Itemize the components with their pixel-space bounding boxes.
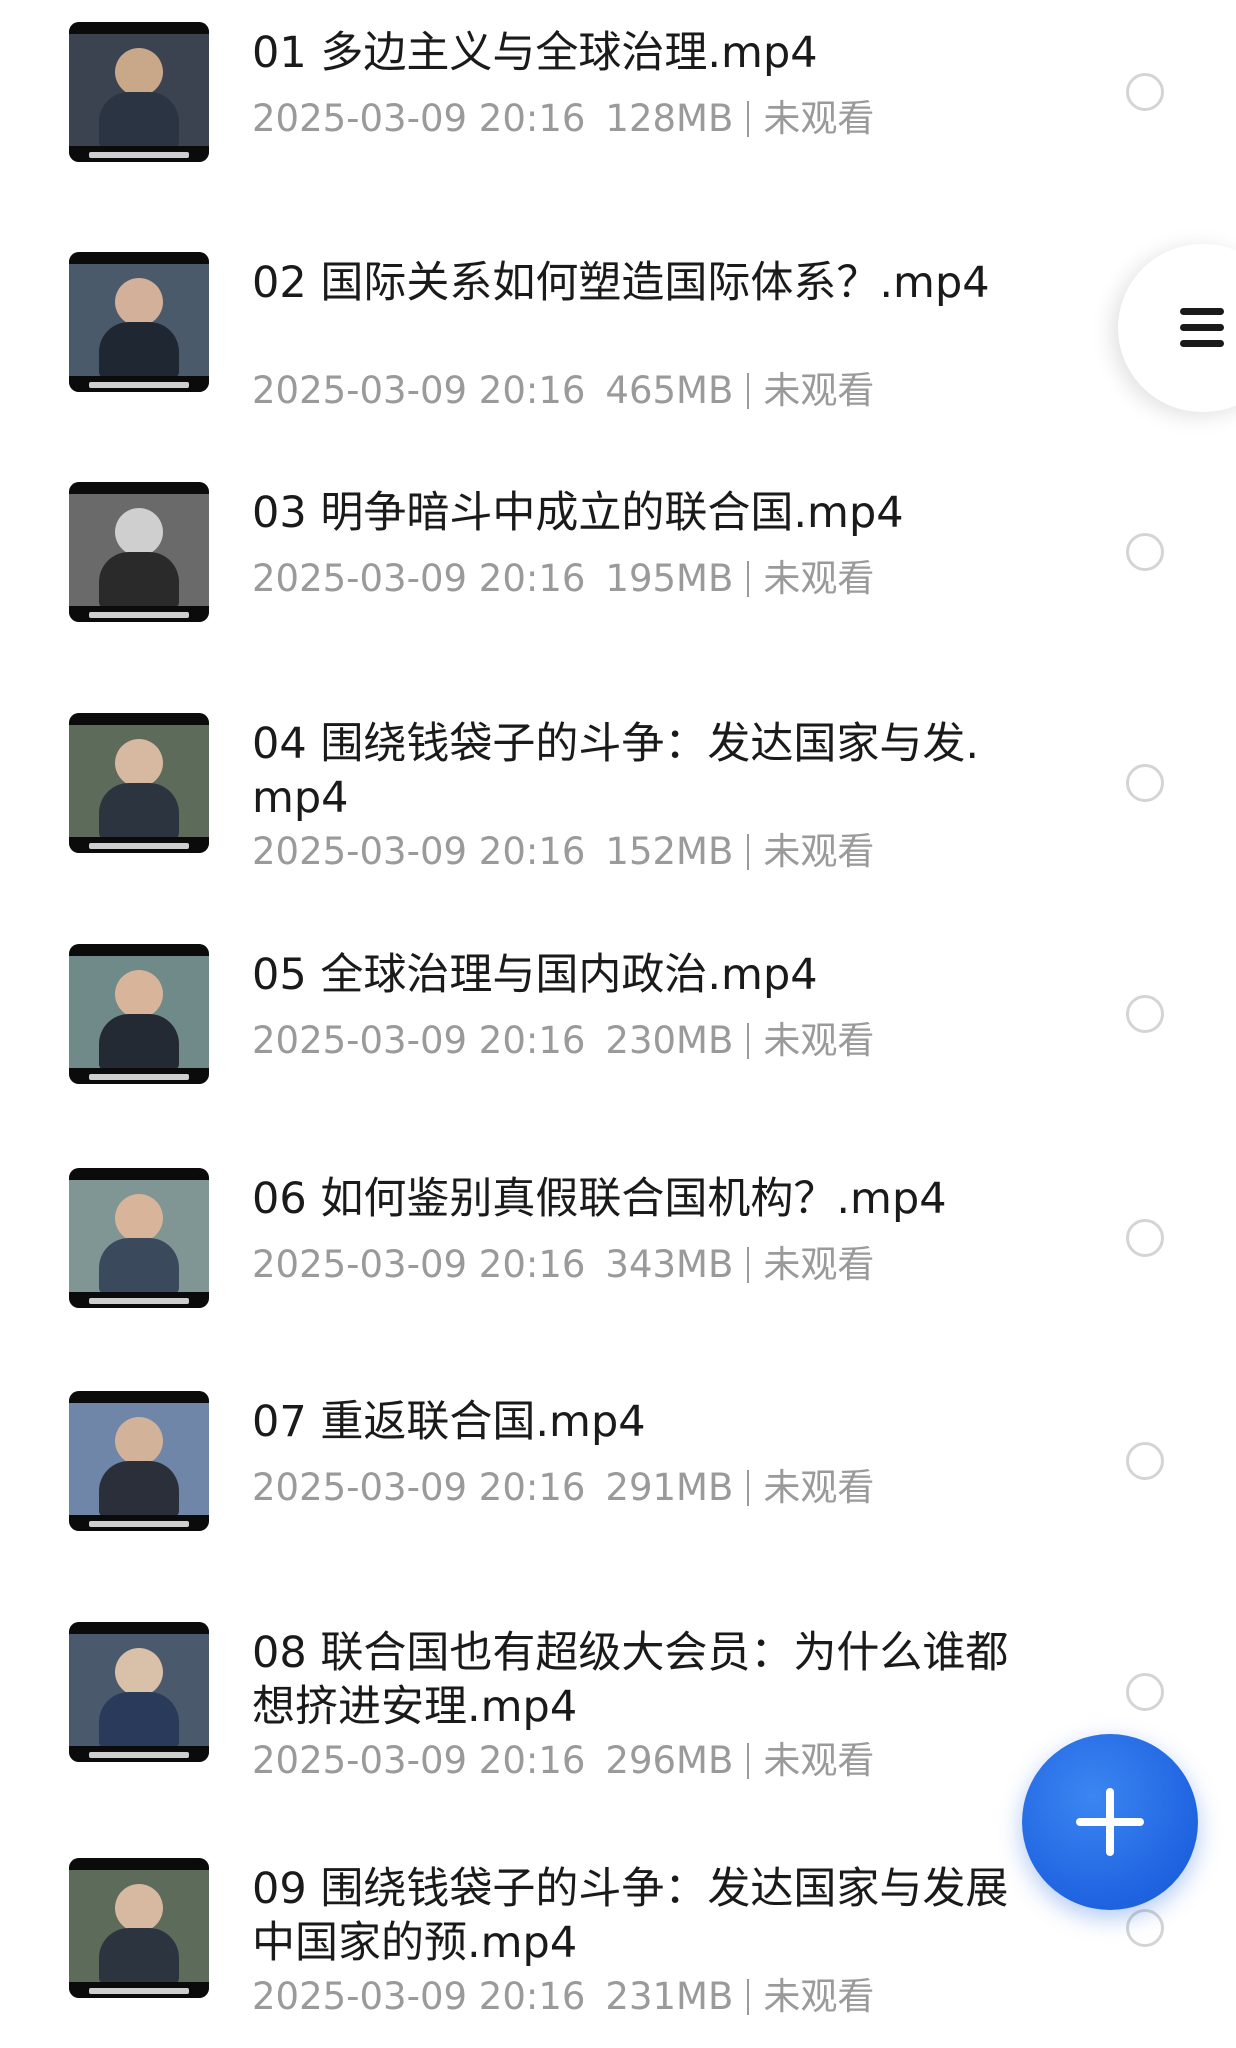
watch-status: 未观看 bbox=[763, 1739, 875, 1782]
watch-status: 未观看 bbox=[763, 369, 875, 412]
file-item[interactable]: 02 国际关系如何塑造国际体系？.mp4 2025-03-09 20:16 465M… bbox=[0, 252, 1236, 452]
file-title[interactable]: 02 国际关系如何塑造国际体系？.mp4 bbox=[252, 256, 1012, 310]
file-size: 296MB bbox=[605, 1739, 734, 1782]
watch-status: 未观看 bbox=[763, 1019, 875, 1062]
file-title[interactable]: 05 全球治理与国内政治.mp4 bbox=[252, 948, 1012, 1002]
watch-status: 未观看 bbox=[763, 557, 875, 600]
watch-status: 未观看 bbox=[763, 1243, 875, 1286]
divider bbox=[747, 1743, 750, 1779]
video-thumbnail[interactable] bbox=[69, 22, 209, 162]
file-meta: 2025-03-09 20:16 152MB 未观看 bbox=[252, 829, 874, 875]
video-thumbnail[interactable] bbox=[69, 1168, 209, 1308]
file-meta: 2025-03-09 20:16 343MB 未观看 bbox=[252, 1242, 874, 1288]
hamburger-menu-icon[interactable] bbox=[1180, 306, 1224, 350]
divider bbox=[747, 373, 750, 409]
select-radio[interactable] bbox=[1126, 1442, 1164, 1480]
file-item[interactable]: 05 全球治理与国内政治.mp4 2025-03-09 20:16 230MB 未观看 bbox=[0, 944, 1236, 1144]
file-meta: 2025-03-09 20:16 195MB 未观看 bbox=[252, 556, 874, 602]
select-radio[interactable] bbox=[1126, 1673, 1164, 1711]
file-size: 152MB bbox=[605, 830, 734, 873]
divider bbox=[747, 834, 750, 870]
file-size: 343MB bbox=[605, 1243, 734, 1286]
file-size: 291MB bbox=[605, 1466, 734, 1509]
file-date: 2025-03-09 20:16 bbox=[252, 830, 586, 873]
file-size: 195MB bbox=[605, 557, 734, 600]
file-title[interactable]: 03 明争暗斗中成立的联合国.mp4 bbox=[252, 486, 1012, 540]
video-thumbnail[interactable] bbox=[69, 1858, 209, 1998]
file-item[interactable]: 06 如何鉴别真假联合国机构？.mp4 2025-03-09 20:16 343MB… bbox=[0, 1168, 1236, 1368]
file-size: 230MB bbox=[605, 1019, 734, 1062]
file-title[interactable]: 09 围绕钱袋子的斗争：发达国家与发展中国家的预.mp4 bbox=[252, 1862, 1012, 1970]
video-thumbnail[interactable] bbox=[69, 1622, 209, 1762]
video-thumbnail[interactable] bbox=[69, 482, 209, 622]
file-size: 465MB bbox=[605, 369, 734, 412]
watch-status: 未观看 bbox=[763, 1975, 875, 2018]
video-thumbnail[interactable] bbox=[69, 713, 209, 853]
file-title[interactable]: 08 联合国也有超级大会员：为什么谁都想挤进安理.mp4 bbox=[252, 1626, 1012, 1734]
file-meta: 2025-03-09 20:16 231MB 未观看 bbox=[252, 1974, 874, 2020]
file-list-screen: 01 多边主义与全球治理.mp4 2025-03-09 20:16 128MB 未观看… bbox=[0, 0, 1236, 2048]
select-radio[interactable] bbox=[1126, 764, 1164, 802]
select-radio[interactable] bbox=[1126, 1219, 1164, 1257]
file-item[interactable]: 03 明争暗斗中成立的联合国.mp4 2025-03-09 20:16 195MB 未… bbox=[0, 482, 1236, 682]
file-title[interactable]: 06 如何鉴别真假联合国机构？.mp4 bbox=[252, 1172, 1012, 1226]
select-radio[interactable] bbox=[1126, 533, 1164, 571]
file-meta: 2025-03-09 20:16 296MB 未观看 bbox=[252, 1738, 874, 1784]
file-title[interactable]: 07 重返联合国.mp4 bbox=[252, 1395, 1012, 1449]
file-date: 2025-03-09 20:16 bbox=[252, 1975, 586, 2018]
watch-status: 未观看 bbox=[763, 1466, 875, 1509]
file-date: 2025-03-09 20:16 bbox=[252, 1466, 586, 1509]
file-date: 2025-03-09 20:16 bbox=[252, 1019, 586, 1062]
divider bbox=[747, 561, 750, 597]
divider bbox=[747, 1247, 750, 1283]
divider bbox=[747, 101, 750, 137]
file-date: 2025-03-09 20:16 bbox=[252, 557, 586, 600]
file-meta: 2025-03-09 20:16 230MB 未观看 bbox=[252, 1018, 874, 1064]
select-radio[interactable] bbox=[1126, 995, 1164, 1033]
video-thumbnail[interactable] bbox=[69, 252, 209, 392]
file-meta: 2025-03-09 20:16 128MB 未观看 bbox=[252, 96, 874, 142]
file-meta: 2025-03-09 20:16 465MB 未观看 bbox=[252, 368, 874, 414]
watch-status: 未观看 bbox=[763, 830, 875, 873]
divider bbox=[747, 1979, 750, 2015]
file-title[interactable]: 01 多边主义与全球治理.mp4 bbox=[252, 26, 1012, 80]
file-size: 128MB bbox=[605, 97, 734, 140]
file-item[interactable]: 07 重返联合国.mp4 2025-03-09 20:16 291MB 未观看 bbox=[0, 1391, 1236, 1591]
file-date: 2025-03-09 20:16 bbox=[252, 369, 586, 412]
file-title[interactable]: 04 围绕钱袋子的斗争：发达国家与发.mp4 bbox=[252, 717, 1012, 825]
file-meta: 2025-03-09 20:16 291MB 未观看 bbox=[252, 1465, 874, 1511]
divider bbox=[747, 1023, 750, 1059]
video-thumbnail[interactable] bbox=[69, 944, 209, 1084]
file-size: 231MB bbox=[605, 1975, 734, 2018]
select-radio[interactable] bbox=[1126, 73, 1164, 111]
divider bbox=[747, 1470, 750, 1506]
add-button[interactable] bbox=[1022, 1734, 1198, 1910]
file-item[interactable]: 04 围绕钱袋子的斗争：发达国家与发.mp4 2025-03-09 20:16 15… bbox=[0, 713, 1236, 913]
file-date: 2025-03-09 20:16 bbox=[252, 1739, 586, 1782]
select-radio[interactable] bbox=[1126, 1909, 1164, 1947]
file-date: 2025-03-09 20:16 bbox=[252, 97, 586, 140]
file-date: 2025-03-09 20:16 bbox=[252, 1243, 586, 1286]
watch-status: 未观看 bbox=[763, 97, 875, 140]
file-item[interactable]: 01 多边主义与全球治理.mp4 2025-03-09 20:16 128MB 未观看 bbox=[0, 22, 1236, 222]
video-thumbnail[interactable] bbox=[69, 1391, 209, 1531]
